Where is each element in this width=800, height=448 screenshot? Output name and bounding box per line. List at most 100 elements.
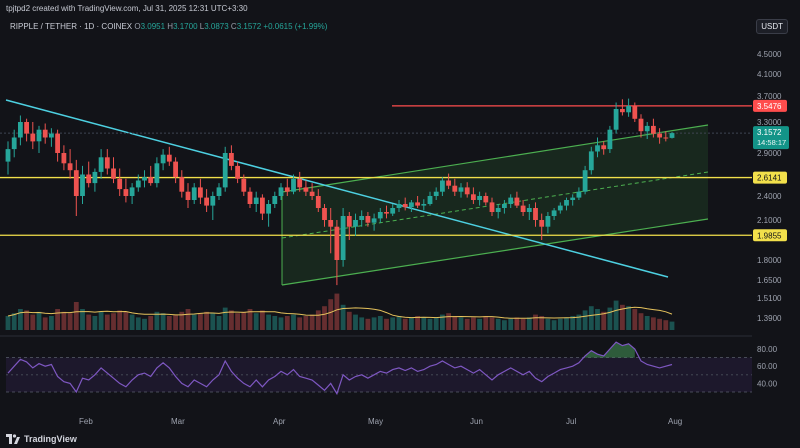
candle-body [235,165,240,179]
candle-body [334,226,340,260]
candle-body [92,171,98,184]
candle-body [427,196,433,204]
candle-body [359,216,365,220]
candle-body [160,154,166,164]
rsi-line [7,341,673,396]
volume-bar [576,314,582,330]
candle-body [55,133,60,153]
candle-body [322,208,327,220]
change-value: +0.0615 (+1.99%) [263,22,328,31]
volume-bar [409,317,414,330]
volume-bar [458,317,464,330]
time-tick-label: Feb [79,417,93,426]
candle-body [638,118,644,132]
ohlc-open: O3.0951 [134,22,165,31]
candle-body [309,191,315,196]
candle-body [191,187,197,200]
candle-body [49,133,54,138]
time-tick-label: Jul [566,417,576,426]
volume-bar [241,311,247,330]
countdown-label: 14:58:17 [757,138,786,147]
volume-bar [582,310,588,330]
candle-body [508,197,514,204]
volume-bar [334,293,340,330]
volume-bar [18,309,23,330]
volume-bar [340,304,346,330]
volume-bar [30,314,36,330]
brand-footer: TradingView [6,434,77,444]
volume-bar [657,318,662,330]
volume-bar [55,309,60,330]
price-level-tag [753,229,787,242]
volume-bar [508,318,514,330]
candle-body [179,177,185,192]
candle-body [30,133,36,142]
volume-bar [284,316,290,330]
volume-bar [166,316,172,330]
candle-body [117,178,123,190]
time-tick-label: Jun [470,417,483,426]
channel-lower-line [281,218,709,286]
candle-body [111,168,116,179]
price-tick-label: 2.9000 [757,149,782,158]
volume-bar [588,306,594,330]
candle-body [340,216,346,260]
volume-bar [49,316,54,330]
volume-bar [353,314,358,330]
volume-bar [222,307,228,330]
candle-body [36,129,42,142]
price-tick-label: 3.7000 [757,92,782,101]
candle-body [5,149,11,162]
currency-button[interactable]: USDT [756,19,788,34]
candle-body [526,208,532,212]
volume-bar [204,311,209,330]
ohlc-close-value: 3.1572 [236,22,262,31]
candle-body [433,191,439,196]
candle-body [173,161,178,178]
volume-bar [651,317,656,330]
candle-body [154,163,160,184]
candle-body [315,196,321,208]
candle-body [582,170,588,192]
candle-body [607,129,613,150]
candle-body [210,196,216,206]
volume-bar [5,316,11,330]
volume-bar [415,316,420,330]
candle-body [539,220,545,227]
candle-body [421,204,427,206]
candle-body [613,109,619,130]
volume-bar [477,318,482,330]
candle-body [216,187,222,196]
volume-bar [315,310,321,330]
candle-body [266,204,271,214]
candle-body [222,153,228,188]
candle-body [297,178,303,188]
candle-body [396,204,402,208]
volume-bar [551,320,557,330]
rsi-tick-label: 60.00 [757,362,778,371]
volume-bar [402,318,408,330]
candle-body [61,153,67,164]
volume-bar [545,318,551,330]
candle-body [166,154,172,162]
candle-body [570,197,576,200]
volume-bar [123,311,129,330]
volume-bar [514,317,520,330]
volume-bar [452,316,458,330]
candle-body [284,187,290,192]
chart-container[interactable]: tpjtpd2 created with TradingView.com, Ju… [0,0,800,448]
volume-bar [260,310,265,330]
channel-upper-line [281,124,709,193]
volume-bars [5,293,675,330]
ohlc-high-value: 3.1700 [173,22,198,31]
candle-body [377,212,383,219]
volume-bar [421,317,427,330]
time-tick-label: Apr [273,417,286,426]
volume-bar [396,316,402,330]
descending-trendline [5,99,669,278]
price-tick-label: 3.3000 [757,118,782,127]
price-level-label: 1.9855 [757,231,782,240]
volume-bar [11,313,17,330]
volume-bar [322,306,327,330]
volume-bar [365,318,371,330]
